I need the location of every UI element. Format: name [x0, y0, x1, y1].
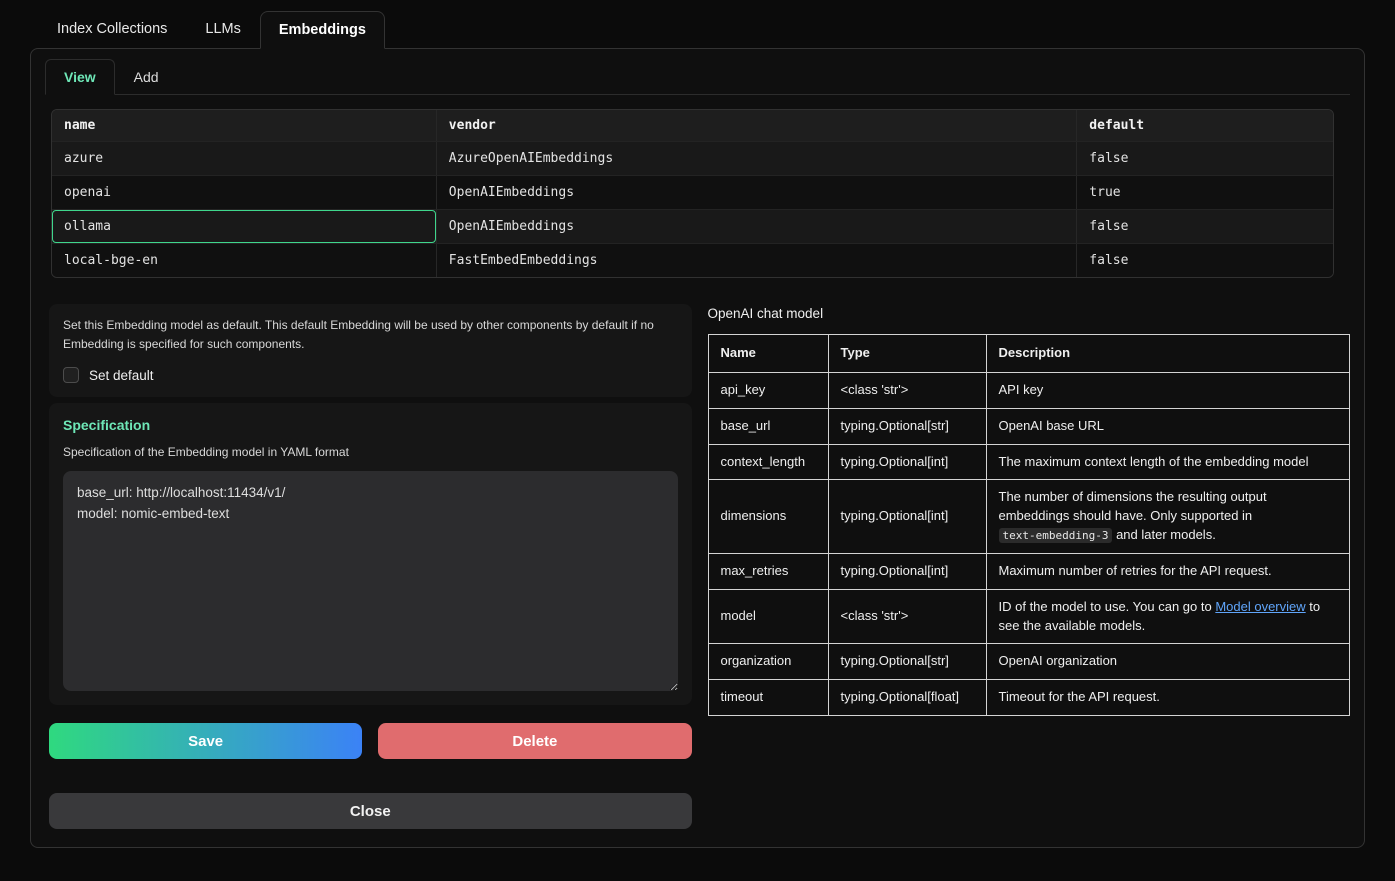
info-cell-name: model — [708, 589, 828, 644]
specification-textarea[interactable]: base_url: http://localhost:11434/v1/ mod… — [63, 471, 678, 691]
info-cell-name: dimensions — [708, 480, 828, 554]
info-panel-title: OpenAI chat model — [708, 306, 1351, 321]
cell-name[interactable]: local-bge-en — [52, 244, 436, 278]
column-header-vendor[interactable]: vendor — [436, 110, 1077, 142]
set-default-row[interactable]: Set default — [63, 367, 678, 383]
info-column-header-type: Type — [828, 335, 986, 373]
info-cell-name: timeout — [708, 680, 828, 716]
info-cell-type: typing.Optional[int] — [828, 553, 986, 589]
subtab-add[interactable]: Add — [115, 59, 178, 95]
info-cell-type: typing.Optional[float] — [828, 680, 986, 716]
delete-button[interactable]: Delete — [378, 723, 691, 759]
info-cell-description: Timeout for the API request. — [986, 680, 1350, 716]
subtab-view[interactable]: View — [45, 59, 115, 95]
column-header-default[interactable]: default — [1077, 110, 1333, 142]
info-cell-type: typing.Optional[str] — [828, 644, 986, 680]
default-help-text: Set this Embedding model as default. Thi… — [63, 316, 678, 353]
cell-name[interactable]: azure — [52, 142, 436, 176]
set-default-checkbox[interactable] — [63, 367, 79, 383]
column-header-name[interactable]: name — [52, 110, 436, 142]
edit-column: Set this Embedding model as default. Thi… — [49, 304, 692, 829]
set-default-label: Set default — [89, 368, 154, 383]
cell-vendor[interactable]: OpenAIEmbeddings — [436, 210, 1077, 244]
info-column-header-name: Name — [708, 335, 828, 373]
tab-llms[interactable]: LLMs — [186, 10, 259, 48]
info-cell-type: typing.Optional[int] — [828, 444, 986, 480]
cell-vendor[interactable]: FastEmbedEmbeddings — [436, 244, 1077, 278]
detail-area: Set this Embedding model as default. Thi… — [45, 304, 1350, 829]
page: Index CollectionsLLMsEmbeddings ViewAdd … — [0, 0, 1395, 848]
cell-name[interactable]: ollama — [52, 210, 436, 244]
specification-help-text: Specification of the Embedding model in … — [63, 445, 678, 459]
close-button[interactable]: Close — [49, 793, 692, 829]
main-tabbar: Index CollectionsLLMsEmbeddings — [30, 10, 1365, 48]
specification-block: Specification Specification of the Embed… — [49, 403, 692, 705]
info-cell-type: typing.Optional[int] — [828, 480, 986, 554]
info-row: max_retriestyping.Optional[int]Maximum n… — [708, 553, 1350, 589]
cell-name[interactable]: openai — [52, 176, 436, 210]
info-cell-name: api_key — [708, 372, 828, 408]
info-row: api_key<class 'str'>API key — [708, 372, 1350, 408]
tab-index-collections[interactable]: Index Collections — [38, 10, 186, 48]
info-row: dimensionstyping.Optional[int]The number… — [708, 480, 1350, 554]
info-header-row: NameTypeDescription — [708, 335, 1350, 373]
info-cell-name: context_length — [708, 444, 828, 480]
default-setting-block: Set this Embedding model as default. Thi… — [49, 304, 692, 397]
info-cell-description: ID of the model to use. You can go to Mo… — [986, 589, 1350, 644]
info-cell-description: OpenAI base URL — [986, 408, 1350, 444]
info-row: base_urltyping.Optional[str]OpenAI base … — [708, 408, 1350, 444]
info-cell-description: OpenAI organization — [986, 644, 1350, 680]
info-cell-name: base_url — [708, 408, 828, 444]
info-cell-description: Maximum number of retries for the API re… — [986, 553, 1350, 589]
table-row: openaiOpenAIEmbeddingstrue — [52, 176, 1333, 210]
info-cell-type: typing.Optional[str] — [828, 408, 986, 444]
table-row: ollamaOpenAIEmbeddingsfalse — [52, 210, 1333, 244]
info-table: NameTypeDescription api_key<class 'str'>… — [708, 334, 1351, 716]
info-cell-name: organization — [708, 644, 828, 680]
cell-default[interactable]: false — [1077, 142, 1333, 176]
info-column-header-description: Description — [986, 335, 1350, 373]
info-cell-type: <class 'str'> — [828, 589, 986, 644]
cell-vendor[interactable]: OpenAIEmbeddings — [436, 176, 1077, 210]
inline-code: text-embedding-3 — [999, 528, 1113, 543]
info-row: model<class 'str'>ID of the model to use… — [708, 589, 1350, 644]
table-row: azureAzureOpenAIEmbeddingsfalse — [52, 142, 1333, 176]
info-column: OpenAI chat model NameTypeDescription ap… — [708, 304, 1351, 829]
cell-default[interactable]: false — [1077, 244, 1333, 278]
tab-embeddings[interactable]: Embeddings — [260, 11, 385, 49]
view-add-tabbar: ViewAdd — [45, 59, 1350, 95]
info-cell-description: The number of dimensions the resulting o… — [986, 480, 1350, 554]
cell-vendor[interactable]: AzureOpenAIEmbeddings — [436, 142, 1077, 176]
cell-default[interactable]: false — [1077, 210, 1333, 244]
info-row: timeouttyping.Optional[float]Timeout for… — [708, 680, 1350, 716]
info-cell-name: max_retries — [708, 553, 828, 589]
cell-default[interactable]: true — [1077, 176, 1333, 210]
model-overview-link[interactable]: Model overview — [1215, 599, 1305, 614]
info-table-body: api_key<class 'str'>API keybase_urltypin… — [708, 372, 1350, 715]
action-buttons: Save Delete — [49, 723, 692, 759]
info-cell-description: API key — [986, 372, 1350, 408]
info-row: context_lengthtyping.Optional[int]The ma… — [708, 444, 1350, 480]
embeddings-panel: ViewAdd namevendordefault azureAzureOpen… — [30, 48, 1365, 848]
save-button[interactable]: Save — [49, 723, 362, 759]
info-cell-description: The maximum context length of the embedd… — [986, 444, 1350, 480]
embeddings-table-body: azureAzureOpenAIEmbeddingsfalseopenaiOpe… — [52, 142, 1333, 278]
specification-heading: Specification — [63, 417, 678, 433]
embeddings-table: namevendordefault azureAzureOpenAIEmbedd… — [51, 109, 1334, 278]
info-row: organizationtyping.Optional[str]OpenAI o… — [708, 644, 1350, 680]
embeddings-header-row: namevendordefault — [52, 110, 1333, 142]
info-cell-type: <class 'str'> — [828, 372, 986, 408]
table-row: local-bge-enFastEmbedEmbeddingsfalse — [52, 244, 1333, 278]
